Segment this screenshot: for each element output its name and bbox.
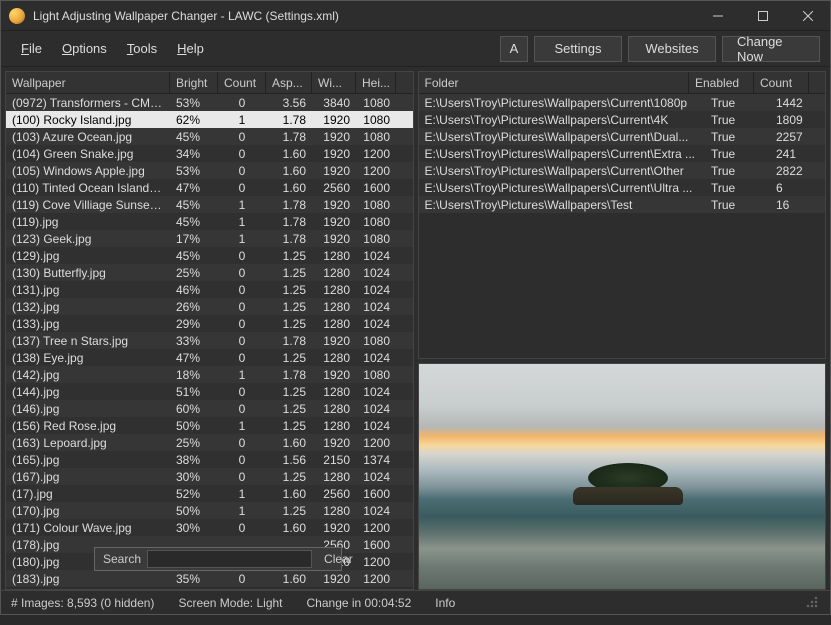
wallpaper-table-body[interactable]: (0972) Transformers - CMuEXKt...53%03.56… [6,94,413,589]
table-row[interactable]: (144).jpg51%01.2512801024 [6,383,413,400]
folder-table-body[interactable]: E:\Users\Troy\Pictures\Wallpapers\Curren… [419,94,826,358]
wallpaper-preview-pane [418,363,827,590]
table-row[interactable]: (156) Red Rose.jpg50%11.2512801024 [6,417,413,434]
table-row[interactable]: E:\Users\Troy\Pictures\Wallpapers\Curren… [419,145,826,162]
wallpaper-table-header: Wallpaper Bright Count Asp... Wi... Hei.… [6,72,413,94]
table-row[interactable]: E:\Users\Troy\Pictures\Wallpapers\Curren… [419,162,826,179]
folder-table-header: Folder Enabled Count [419,72,826,94]
maximize-button[interactable] [740,1,785,31]
status-images: # Images: 8,593 (0 hidden) [11,596,154,610]
table-row[interactable]: E:\Users\Troy\Pictures\Wallpapers\Curren… [419,111,826,128]
menu-help[interactable]: Help [167,35,214,62]
table-row[interactable]: (131).jpg46%01.2512801024 [6,281,413,298]
table-row[interactable]: (105) Windows Apple.jpg53%01.6019201200 [6,162,413,179]
table-row[interactable]: (133).jpg29%01.2512801024 [6,315,413,332]
col-folder-count[interactable]: Count [754,72,809,93]
table-row[interactable]: (110) Tinted Ocean Islands.jpg47%01.6025… [6,179,413,196]
table-row[interactable]: (103) Azure Ocean.jpg45%01.7819201080 [6,128,413,145]
table-row[interactable]: (100) Rocky Island.jpg62%11.7819201080 [6,111,413,128]
wallpaper-list-pane: Wallpaper Bright Count Asp... Wi... Hei.… [5,71,414,590]
resize-grip-icon[interactable] [806,596,820,610]
table-row[interactable]: (171) Colour Wave.jpg30%01.6019201200 [6,519,413,536]
table-row[interactable]: (183).jpg35%01.6019201200 [6,570,413,587]
table-row[interactable]: (123) Geek.jpg17%11.7819201080 [6,230,413,247]
search-label: Search [103,552,141,566]
close-button[interactable] [785,1,830,31]
col-wallpaper[interactable]: Wallpaper [6,72,170,93]
search-bar: Search Clear [94,547,342,571]
col-height[interactable]: Hei... [356,72,396,93]
table-row[interactable]: (132).jpg26%01.2512801024 [6,298,413,315]
settings-button[interactable]: Settings [534,36,622,62]
status-screen-mode: Screen Mode: Light [178,596,282,610]
col-bright[interactable]: Bright [170,72,218,93]
menu-options[interactable]: Options [52,35,117,62]
menu-tools[interactable]: Tools [117,35,167,62]
minimize-button[interactable] [695,1,740,31]
a-button[interactable]: A [500,36,528,62]
table-row[interactable]: E:\Users\Troy\Pictures\Wallpapers\Curren… [419,128,826,145]
folder-list-pane: Folder Enabled Count E:\Users\Troy\Pictu… [418,71,827,359]
app-icon [9,8,25,24]
col-enabled[interactable]: Enabled [689,72,754,93]
search-clear-button[interactable]: Clear [318,552,359,566]
menu-file[interactable]: File [11,35,52,62]
table-row[interactable]: (170).jpg50%11.2512801024 [6,502,413,519]
search-input[interactable] [147,550,312,568]
status-change-in: Change in 00:04:52 [307,596,412,610]
table-row[interactable]: E:\Users\Troy\Pictures\Wallpapers\TestTr… [419,196,826,213]
table-row[interactable]: (165).jpg38%01.5621501374 [6,451,413,468]
table-row[interactable]: (0972) Transformers - CMuEXKt...53%03.56… [6,94,413,111]
websites-button[interactable]: Websites [628,36,716,62]
table-row[interactable]: (119) Cove Villiage Sunset.jpg45%11.7819… [6,196,413,213]
table-row[interactable]: (17).jpg52%11.6025601600 [6,485,413,502]
change-now-button[interactable]: Change Now [722,36,820,62]
table-row[interactable]: (167).jpg30%01.2512801024 [6,468,413,485]
status-info[interactable]: Info [435,596,455,610]
col-count[interactable]: Count [218,72,266,93]
wallpaper-preview-image [419,364,826,589]
table-row[interactable]: (146).jpg60%01.2512801024 [6,400,413,417]
table-row[interactable]: (129).jpg45%01.2512801024 [6,247,413,264]
statusbar: # Images: 8,593 (0 hidden) Screen Mode: … [1,590,830,614]
table-row[interactable]: (163) Lepoard.jpg25%01.6019201200 [6,434,413,451]
titlebar: Light Adjusting Wallpaper Changer - LAWC… [1,1,830,31]
menubar: File Options Tools Help A Settings Websi… [1,31,830,67]
col-folder[interactable]: Folder [419,72,690,93]
table-row[interactable]: E:\Users\Troy\Pictures\Wallpapers\Curren… [419,94,826,111]
table-row[interactable]: (137) Tree n Stars.jpg33%01.7819201080 [6,332,413,349]
window-title: Light Adjusting Wallpaper Changer - LAWC… [33,9,339,23]
table-row[interactable]: (119).jpg45%11.7819201080 [6,213,413,230]
table-row[interactable]: (142).jpg18%11.7819201080 [6,366,413,383]
table-row[interactable]: E:\Users\Troy\Pictures\Wallpapers\Curren… [419,179,826,196]
table-row[interactable]: (104) Green Snake.jpg34%01.6019201200 [6,145,413,162]
table-row[interactable]: (138) Eye.jpg47%01.2512801024 [6,349,413,366]
table-row[interactable]: (130) Butterfly.jpg25%01.2512801024 [6,264,413,281]
col-width[interactable]: Wi... [312,72,356,93]
col-aspect[interactable]: Asp... [266,72,312,93]
